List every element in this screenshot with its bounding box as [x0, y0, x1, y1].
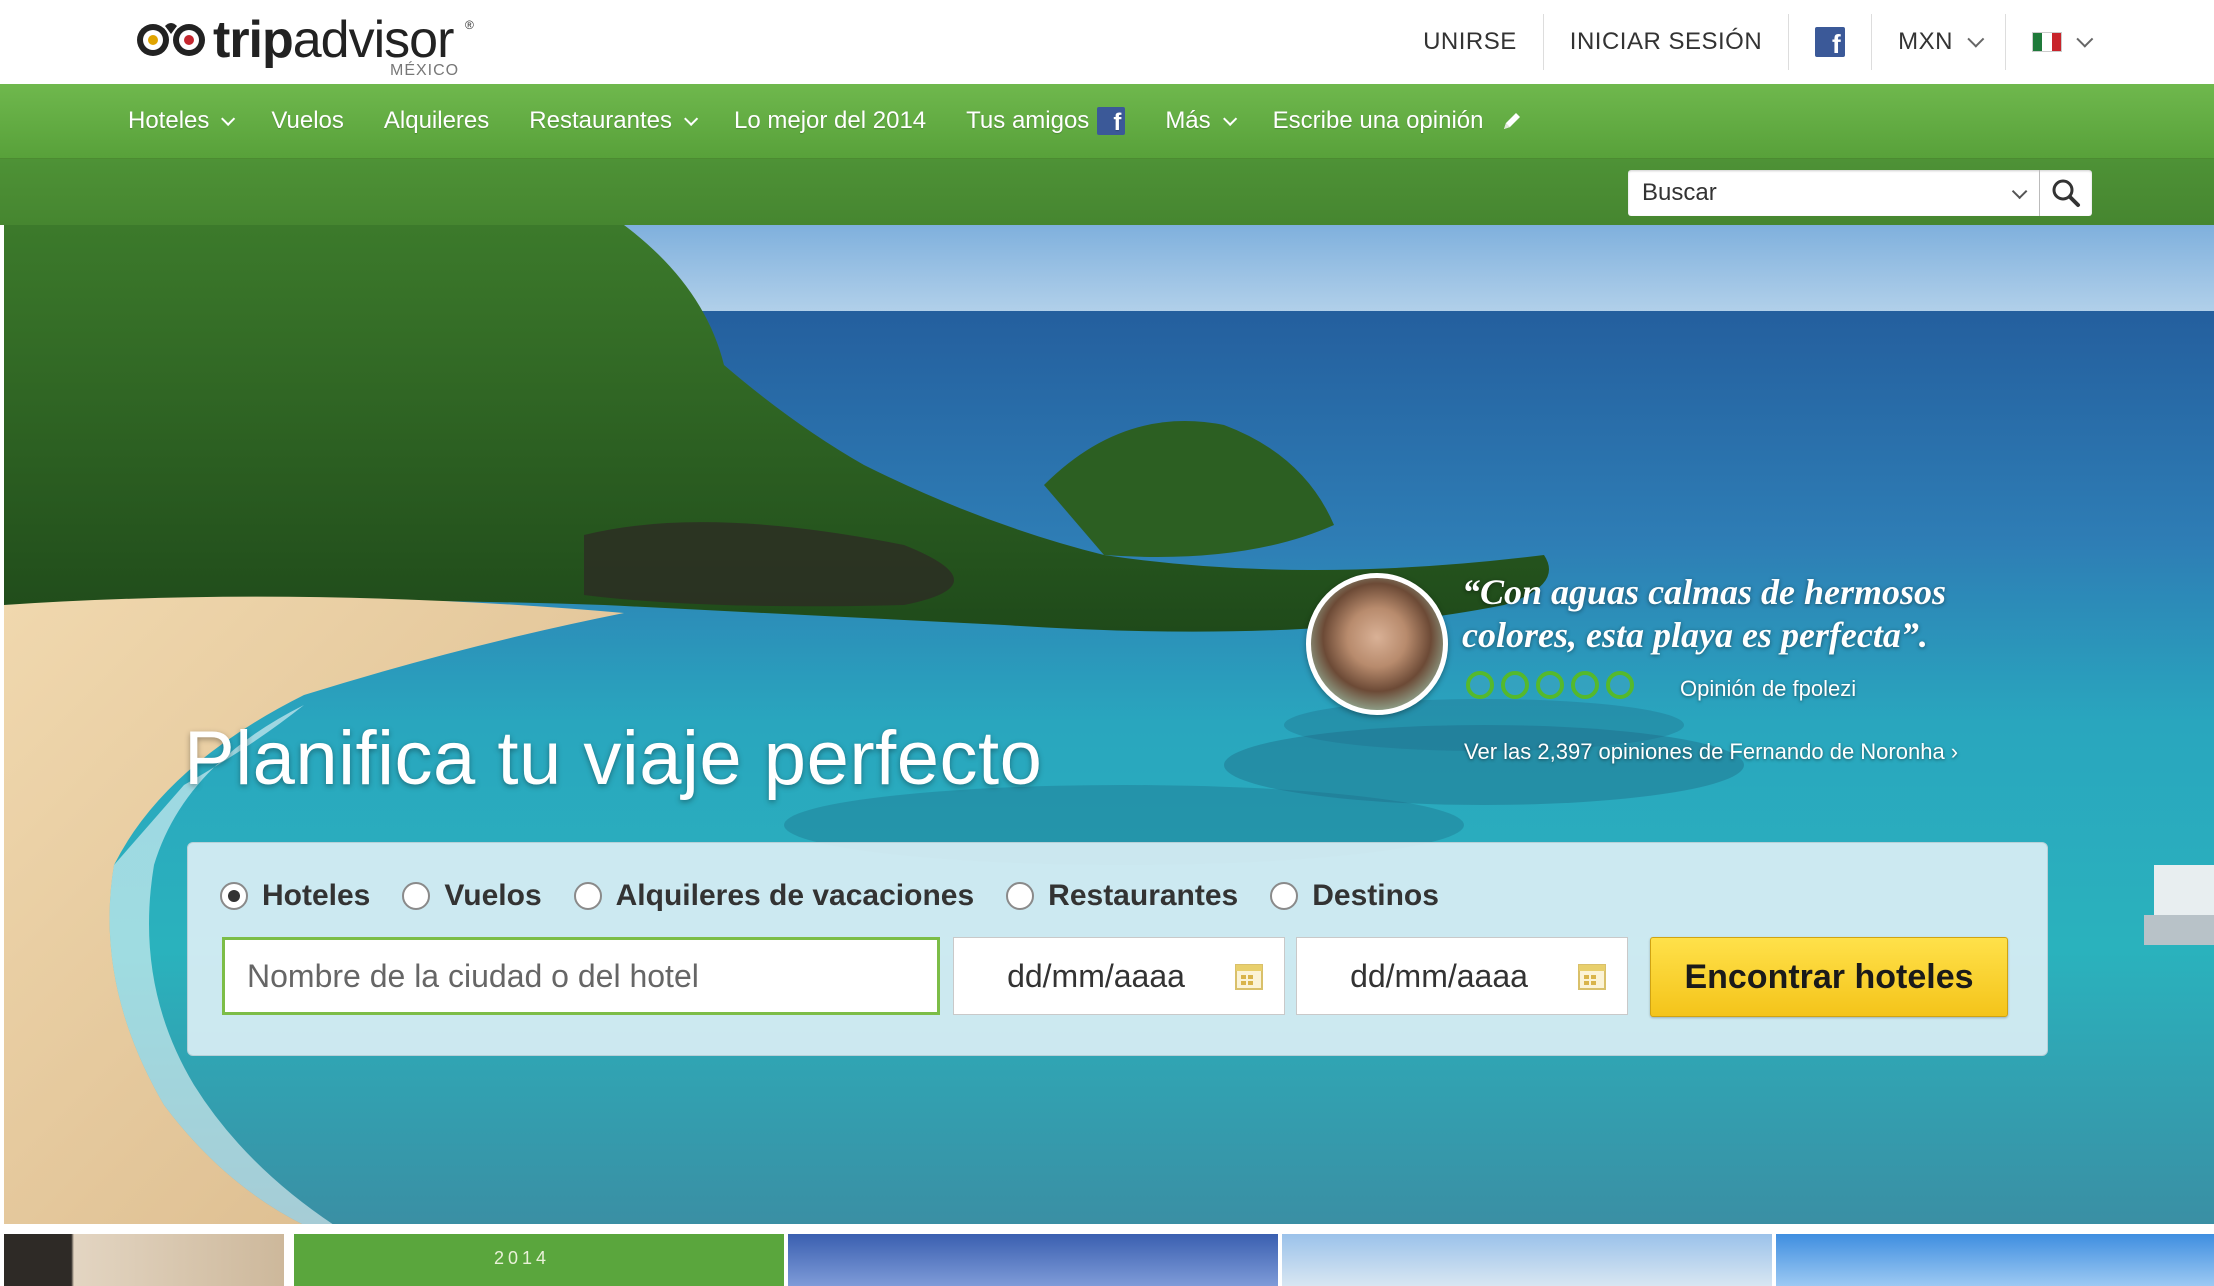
- top-header: tripadvisor ® MÉXICO UNIRSE INICIAR SESI…: [0, 0, 2214, 85]
- nav-more[interactable]: Más: [1165, 107, 1237, 135]
- featured-tiles-strip: 2014: [4, 1224, 2214, 1286]
- nav-friends-label: Tus amigos: [966, 107, 1090, 134]
- nav-write-review-label: Escribe una opinión: [1272, 107, 1484, 134]
- nav-hoteles[interactable]: Hoteles: [128, 107, 236, 135]
- option-hoteles-label: Hoteles: [262, 879, 371, 912]
- featured-tile-4[interactable]: [1282, 1234, 1772, 1286]
- logo-registered-mark: ®: [465, 18, 474, 32]
- check-in-input[interactable]: [974, 956, 1218, 996]
- rating-bubble-icon: [1536, 671, 1564, 699]
- main-nav: Hoteles Vuelos Alquileres Restaurantes L…: [0, 84, 2214, 159]
- chevron-down-icon: [1222, 111, 1237, 126]
- rating-bubble-icon: [1571, 671, 1599, 699]
- find-hotels-button[interactable]: Encontrar hoteles: [1650, 937, 2008, 1017]
- nav-vuelos-label: Vuelos: [271, 107, 344, 134]
- review-author[interactable]: Opinión de fpolezi: [1680, 676, 1856, 702]
- option-vacation-rentals[interactable]: Alquileres de vacaciones: [573, 879, 975, 913]
- mexico-flag-icon: [2032, 32, 2062, 52]
- radio-icon[interactable]: [1006, 882, 1035, 910]
- radio-icon[interactable]: [220, 882, 248, 910]
- nav-hoteles-label: Hoteles: [128, 107, 210, 134]
- calendar-icon[interactable]: [1234, 961, 1264, 991]
- radio-icon[interactable]: [573, 882, 602, 910]
- chevron-down-icon: [684, 111, 699, 126]
- account-links: UNIRSE INICIAR SESIÓN f MXN: [1397, 0, 2114, 84]
- featured-tile-1[interactable]: [4, 1234, 284, 1286]
- tripadvisor-logo[interactable]: tripadvisor ® MÉXICO: [135, 8, 495, 79]
- featured-tile-3[interactable]: [788, 1234, 1278, 1286]
- search-input[interactable]: [1628, 169, 2012, 217]
- site-search: [1628, 169, 2092, 217]
- featured-tile-5[interactable]: [1776, 1234, 2214, 1286]
- nav-friends[interactable]: Tus amigos f: [966, 107, 1126, 135]
- booking-search-panel: Hoteles Vuelos Alquileres de vacaciones …: [187, 842, 2048, 1056]
- pencil-icon: [1504, 113, 1521, 129]
- facebook-icon: f: [1097, 107, 1126, 135]
- option-vuelos-label: Vuelos: [444, 879, 542, 912]
- rating-bubble-icon: [1501, 671, 1529, 699]
- check-out-field: [1296, 937, 1628, 1015]
- nav-alquileres[interactable]: Alquileres: [384, 107, 489, 135]
- option-destinos-label: Destinos: [1312, 879, 1439, 912]
- rating-bubble-icon: [1466, 671, 1494, 699]
- chevron-down-icon: [2076, 30, 2094, 48]
- nav-restaurantes[interactable]: Restaurantes: [529, 107, 699, 135]
- nav-write-review[interactable]: Escribe una opinión: [1273, 107, 1524, 135]
- check-out-input[interactable]: [1317, 956, 1561, 996]
- facebook-icon: f: [1815, 27, 1846, 57]
- reviewer-avatar[interactable]: [1306, 573, 1448, 715]
- option-vuelos[interactable]: Vuelos: [402, 879, 542, 913]
- nav-restaurantes-label: Restaurantes: [529, 107, 673, 134]
- nav-more-label: Más: [1165, 107, 1211, 134]
- nav-best-of-2014[interactable]: Lo mejor del 2014: [734, 107, 926, 135]
- search-type-options: Hoteles Vuelos Alquileres de vacaciones …: [220, 879, 1471, 913]
- hero-banner: “Con aguas calmas de hermosos colores, e…: [4, 225, 2214, 1225]
- check-in-field: [953, 937, 1285, 1015]
- currency-selector[interactable]: MXN: [1871, 14, 2005, 70]
- featured-review-quote: “Con aguas calmas de hermosos colores, e…: [1462, 572, 1947, 655]
- featured-tile-2[interactable]: 2014: [294, 1234, 784, 1286]
- search-button[interactable]: [2039, 170, 2092, 216]
- radio-icon[interactable]: [402, 882, 431, 910]
- logo-wordmark: tripadvisor: [213, 11, 454, 69]
- bubble-rating: [1466, 671, 1641, 699]
- facebook-login-button[interactable]: f: [1788, 14, 1871, 70]
- nav-vuelos[interactable]: Vuelos: [271, 107, 344, 135]
- sign-in-link[interactable]: INICIAR SESIÓN: [1542, 14, 1788, 70]
- city-field: [222, 937, 940, 1015]
- currency-label: MXN: [1898, 28, 1953, 55]
- chevron-down-icon[interactable]: [2011, 183, 2028, 199]
- country-selector[interactable]: [2005, 14, 2114, 70]
- search-icon: [2052, 179, 2080, 207]
- option-destinos[interactable]: Destinos: [1270, 879, 1439, 913]
- radio-selected-dot: [228, 890, 240, 902]
- join-link[interactable]: UNIRSE: [1397, 14, 1543, 70]
- calendar-icon[interactable]: [1577, 961, 1607, 991]
- city-or-hotel-input[interactable]: [225, 956, 937, 996]
- join-label: UNIRSE: [1423, 28, 1517, 55]
- option-restaurantes[interactable]: Restaurantes: [1006, 879, 1238, 913]
- owl-logo-icon: [137, 23, 205, 56]
- radio-icon[interactable]: [1270, 882, 1299, 910]
- browser-viewport: tripadvisor ® MÉXICO UNIRSE INICIAR SESI…: [0, 0, 2214, 1286]
- rating-bubble-icon: [1606, 671, 1634, 699]
- see-all-reviews-link[interactable]: Ver las 2,397 opiniones de Fernando de N…: [1464, 739, 1958, 765]
- hero-headline: Planifica tu viaje perfecto: [184, 716, 1043, 801]
- option-hoteles[interactable]: Hoteles: [220, 879, 370, 913]
- chevron-down-icon: [1967, 30, 1985, 48]
- tile-year-text: 2014: [494, 1248, 551, 1268]
- option-vacation-rentals-label: Alquileres de vacaciones: [615, 879, 975, 912]
- sign-in-label: INICIAR SESIÓN: [1569, 28, 1763, 55]
- logo-country: MÉXICO: [390, 62, 460, 79]
- chevron-down-icon: [221, 111, 236, 126]
- nav-best-of-label: Lo mejor del 2014: [734, 107, 927, 134]
- nav-alquileres-label: Alquileres: [383, 107, 490, 134]
- option-restaurantes-label: Restaurantes: [1048, 879, 1239, 912]
